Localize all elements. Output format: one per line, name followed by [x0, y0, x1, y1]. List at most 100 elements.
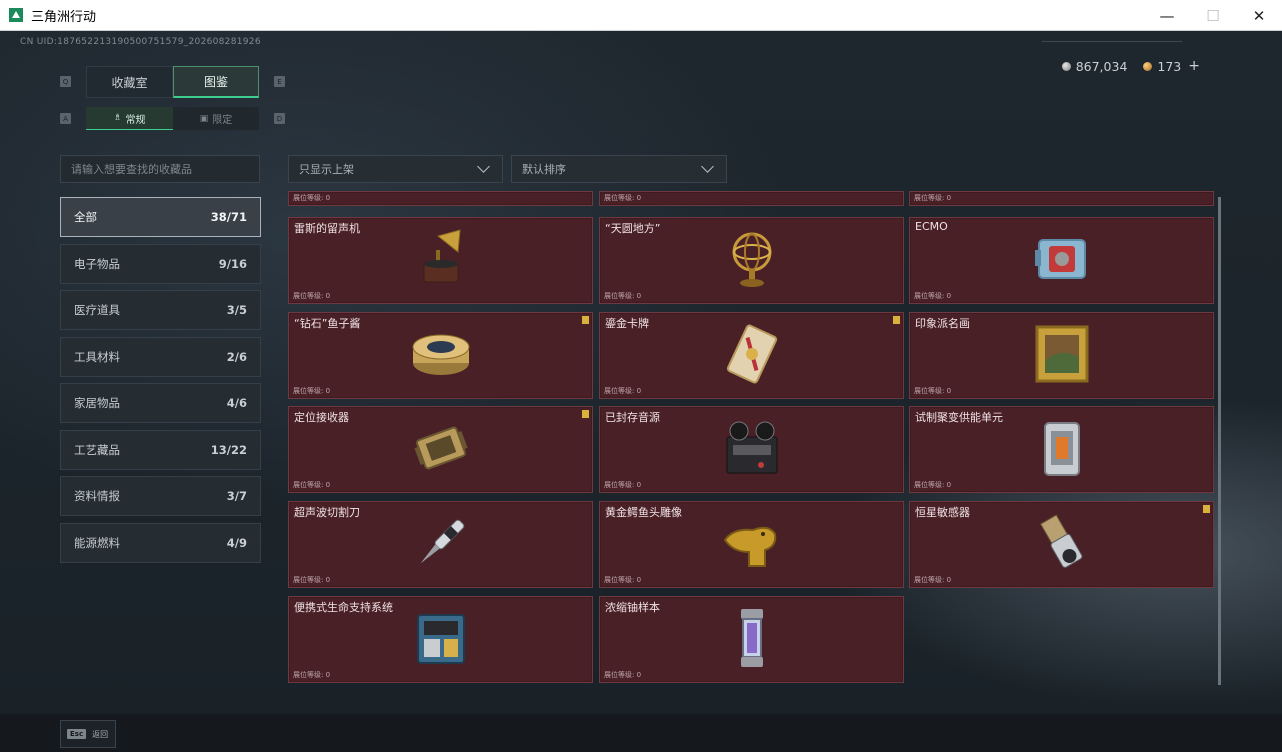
collection-card[interactable]: 黄金鳄鱼头雕像展位等级: 0	[599, 501, 904, 588]
collection-card[interactable]: 印象派名画 展位等级: 0	[909, 312, 1214, 399]
card-title: “钻石”鱼子酱	[294, 317, 361, 330]
gold-crocodile-icon	[719, 510, 785, 576]
card-title: ECMO	[915, 220, 948, 233]
category-count: 9/16	[218, 256, 247, 271]
category-crafts[interactable]: 工艺藏品 13/22	[60, 429, 261, 470]
tab-limited[interactable]: ▣ 限定	[173, 107, 259, 130]
card-level: 展位等级: 0	[914, 481, 952, 489]
card-level: 展位等级: 0	[293, 194, 331, 202]
card-title: 黄金鳄鱼头雕像	[605, 506, 682, 519]
category-household[interactable]: 家居物品 4/6	[60, 383, 261, 423]
grid-scrollbar[interactable]	[1218, 197, 1221, 685]
tab-limited-label: 限定	[212, 115, 233, 126]
card-level: 展位等级: 0	[914, 292, 952, 300]
window-title: 三角洲行动	[31, 9, 97, 25]
display-filter-dropdown[interactable]: 只显示上架	[288, 155, 503, 183]
card-level: 展位等级: 0	[914, 576, 952, 584]
collection-card[interactable]: 定位接收器展位等级: 0	[288, 406, 593, 493]
category-list: 全部 38/71 电子物品 9/16 医疗道具 3/5 工具材料 2/6 家居物…	[60, 197, 261, 569]
collection-card[interactable]: “钻石”鱼子酱 展位等级: 0	[288, 312, 593, 399]
fusion-cell-icon	[1029, 415, 1095, 481]
card-title: “天圆地方”	[605, 222, 661, 235]
card-title: 超声波切割刀	[294, 506, 360, 519]
new-flag-icon	[1203, 505, 1210, 513]
category-label: 工具材料	[74, 349, 120, 364]
card-level: 展位等级: 0	[604, 481, 642, 489]
card-level: 展位等级: 0	[604, 576, 642, 584]
category-label: 医疗道具	[74, 303, 120, 317]
tab-catalog[interactable]: 图鉴	[173, 66, 259, 98]
window-titlebar: 三角洲行动 — ☐ ✕	[0, 0, 1282, 31]
category-energy[interactable]: 能源燃料 4/9	[60, 522, 261, 563]
card-title: 鎏金卡牌	[605, 317, 649, 330]
collection-card-partial[interactable]: 展位等级: 0	[599, 191, 904, 206]
category-count: 38/71	[210, 210, 247, 224]
star-sensor-icon	[1029, 510, 1095, 576]
add-currency-icon[interactable]: +	[1188, 58, 1200, 74]
sort-value: 默认排序	[522, 163, 566, 176]
collection-card[interactable]: 试制聚变供能单元 展位等级: 0	[909, 406, 1214, 493]
category-label: 全部	[74, 210, 97, 224]
limited-icon: ▣	[199, 113, 209, 124]
top-divider	[1042, 41, 1182, 42]
category-tools[interactable]: 工具材料 2/6	[60, 336, 261, 377]
collection-card[interactable]: 雷斯的留声机 展位等级: 0	[288, 217, 593, 304]
close-button[interactable]: ✕	[1236, 0, 1282, 31]
framed-painting-icon	[1029, 321, 1095, 387]
key-hint-q: Q	[60, 76, 71, 87]
card-level: 展位等级: 0	[293, 481, 331, 489]
tab-collection-room[interactable]: 收藏室	[86, 66, 173, 98]
silver-currency: 867,034	[1061, 58, 1128, 74]
minimize-button[interactable]: —	[1144, 0, 1190, 31]
search-input[interactable]: 请输入想要查找的收藏品	[60, 155, 260, 183]
key-hint-e: E	[274, 76, 285, 87]
uid-text: CN UID:187652213190500751579_20260828192…	[20, 37, 261, 47]
new-flag-icon	[582, 410, 589, 418]
maximize-button[interactable]: ☐	[1190, 0, 1236, 31]
collection-card[interactable]: 超声波切割刀展位等级: 0	[288, 501, 593, 588]
search-placeholder: 请输入想要查找的收藏品	[71, 163, 192, 176]
category-label: 家居物品	[74, 396, 120, 410]
chevron-down-icon	[477, 160, 490, 173]
back-label: 返回	[92, 729, 109, 739]
card-title: 已封存音源	[605, 411, 660, 424]
category-medical[interactable]: 医疗道具 3/5	[60, 290, 261, 330]
category-all[interactable]: 全部 38/71	[60, 197, 261, 237]
collection-card[interactable]: 已封存音源展位等级: 0	[599, 406, 904, 493]
card-level: 展位等级: 0	[604, 387, 642, 395]
tab-regular[interactable]: ♗ 常规	[86, 107, 173, 130]
collection-card[interactable]: ECMO 展位等级: 0	[909, 217, 1214, 304]
card-level: 展位等级: 0	[293, 576, 331, 584]
category-label: 能源燃料	[74, 535, 120, 550]
collection-card-partial[interactable]: 展位等级: 0	[909, 191, 1214, 206]
scrollbar-thumb[interactable]	[1218, 197, 1221, 685]
footer-bar: Esc 返回	[0, 714, 1282, 752]
sort-dropdown[interactable]: 默认排序	[511, 155, 727, 183]
back-button[interactable]: Esc 返回	[60, 720, 116, 748]
tab-regular-label: 常规	[125, 114, 146, 126]
collection-card[interactable]: “天圆地方” 展位等级: 0	[599, 217, 904, 304]
display-filter-value: 只显示上架	[299, 163, 354, 176]
collection-card[interactable]: 鎏金卡牌展位等级: 0	[599, 312, 904, 399]
card-level: 展位等级: 0	[604, 671, 642, 679]
uranium-capsule-icon	[719, 605, 785, 671]
gold-amount: 173	[1157, 58, 1182, 74]
card-title: 定位接收器	[294, 411, 349, 424]
collection-card[interactable]: 便携式生命支持系统 展位等级: 0	[288, 596, 593, 683]
collection-card-partial[interactable]: 展位等级: 0	[288, 191, 593, 206]
category-electronics[interactable]: 电子物品 9/16	[60, 243, 261, 284]
gold-currency[interactable]: 173 +	[1143, 58, 1200, 74]
app-logo-icon	[9, 8, 23, 22]
silver-amount: 867,034	[1075, 58, 1128, 74]
new-flag-icon	[582, 316, 589, 324]
game-viewport: CN UID:187652213190500751579_20260828192…	[0, 31, 1282, 752]
category-intel[interactable]: 资料情报 3/7	[60, 476, 261, 516]
category-count: 3/5	[226, 303, 247, 317]
caviar-tin-icon	[408, 321, 474, 387]
collection-card[interactable]: 恒星敏感器 展位等级: 0	[909, 501, 1214, 588]
gold-coin-icon	[1143, 61, 1153, 71]
gramophone-icon	[408, 226, 474, 292]
collection-card[interactable]: 浓缩铀样本 展位等级: 0	[599, 596, 904, 683]
card-level: 展位等级: 0	[604, 292, 642, 300]
collection-grid: 展位等级: 0 展位等级: 0 展位等级: 0 雷斯的留声机 展位等级: 0 “天圆…	[287, 191, 1215, 685]
